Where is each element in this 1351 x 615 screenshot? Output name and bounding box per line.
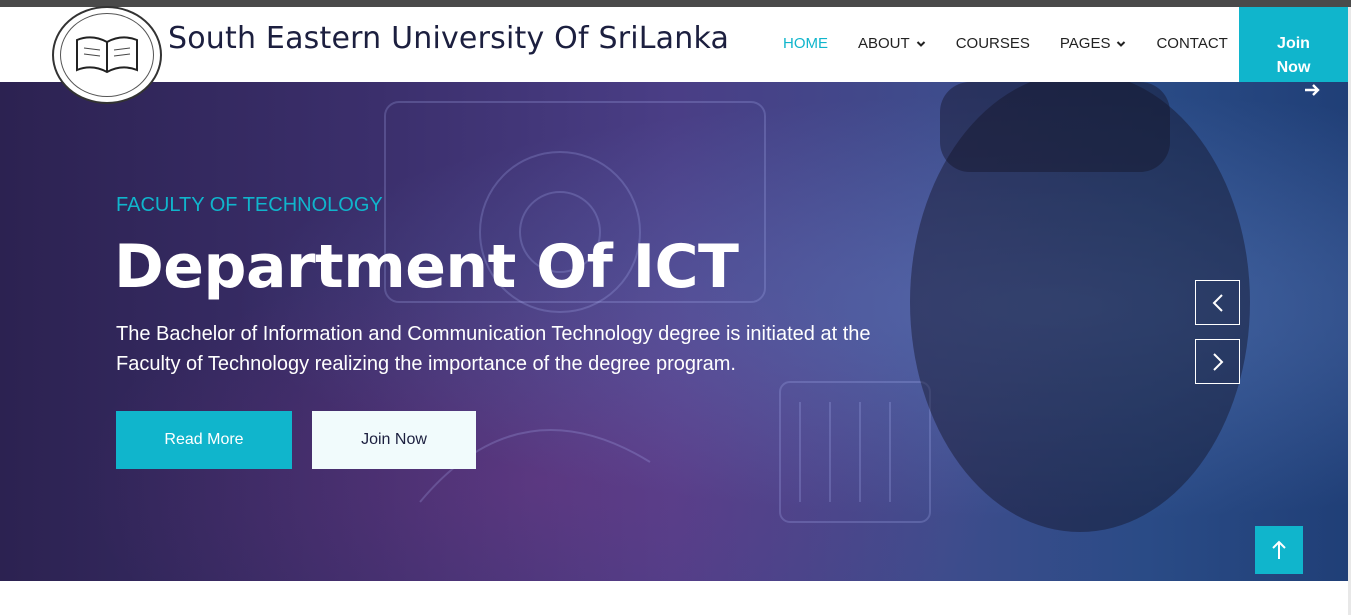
carousel-next-button[interactable] <box>1195 339 1240 384</box>
chevron-left-icon <box>1212 293 1223 312</box>
arrow-up-icon <box>1272 540 1286 559</box>
university-logo[interactable] <box>52 6 162 104</box>
arrow-right-icon <box>1305 84 1320 96</box>
chevron-right-icon <box>1212 352 1223 371</box>
join-now-nav-button[interactable]: Join Now <box>1239 7 1348 96</box>
nav-item-pages[interactable]: PAGES <box>1060 35 1127 52</box>
hero-kicker: FACULTY OF TECHNOLOGY <box>116 194 383 216</box>
navbar: South Eastern University Of SriLanka HOM… <box>0 7 1348 82</box>
join-now-button[interactable]: Join Now <box>312 411 476 469</box>
read-more-button[interactable]: Read More <box>116 411 292 469</box>
nav-item-about[interactable]: ABOUT <box>858 35 926 52</box>
carousel-prev-button[interactable] <box>1195 280 1240 325</box>
nav-item-contact[interactable]: CONTACT <box>1156 35 1227 52</box>
university-seal-icon <box>60 13 154 97</box>
back-to-top-button[interactable] <box>1255 526 1303 574</box>
main-nav: HOME ABOUT COURSES PAGES CONTACT <box>783 35 1258 52</box>
chevron-down-icon <box>916 40 925 47</box>
chevron-down-icon <box>1117 40 1126 47</box>
nav-item-courses[interactable]: COURSES <box>956 35 1030 52</box>
open-book-icon <box>76 36 138 74</box>
brand-name[interactable]: South Eastern University Of SriLanka <box>168 21 729 56</box>
hero-description: The Bachelor of Information and Communic… <box>116 323 871 375</box>
hero-carousel: FACULTY OF TECHNOLOGY Department Of ICT … <box>0 82 1348 581</box>
hero-title: Department Of ICT <box>114 232 739 302</box>
top-strip <box>0 0 1351 7</box>
nav-item-home[interactable]: HOME <box>783 35 828 52</box>
